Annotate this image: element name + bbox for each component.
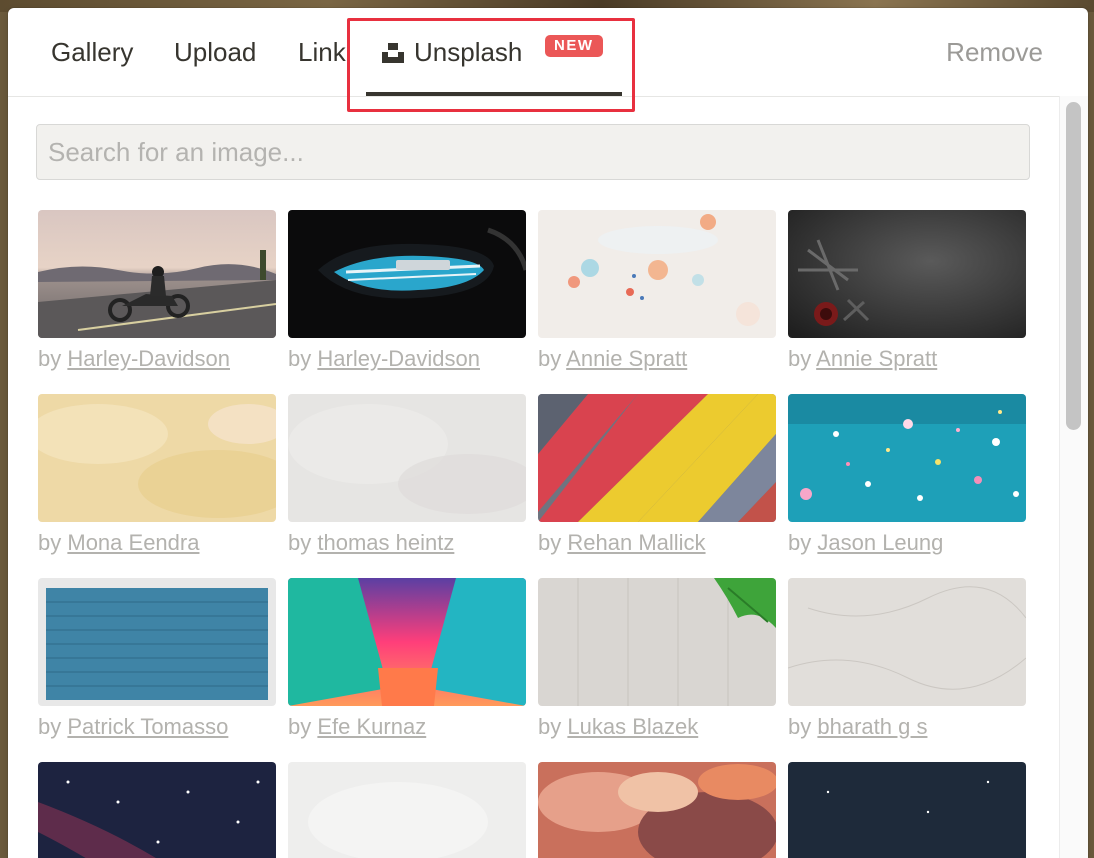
image-thumbnail[interactable]: [288, 578, 526, 706]
image-card[interactable]: by Harley-Davidson: [288, 210, 526, 372]
image-credit: by Mona Eendra: [38, 530, 200, 555]
image-card[interactable]: [38, 762, 276, 858]
search-input[interactable]: [36, 124, 1030, 180]
image-picker-panel: Gallery Upload Link Unsplash NEW Remove: [8, 8, 1088, 858]
image-card[interactable]: by thomas heintz: [288, 394, 526, 556]
image-card[interactable]: by Mona Eendra: [38, 394, 276, 556]
image-credit: by Harley-Davidson: [288, 346, 480, 371]
author-link[interactable]: Annie Spratt: [816, 346, 937, 371]
image-card[interactable]: by Jason Leung: [788, 394, 1026, 556]
author-link[interactable]: Efe Kurnaz: [317, 714, 426, 739]
author-link[interactable]: Harley-Davidson: [67, 346, 230, 371]
image-credit: by bharath g s: [788, 714, 928, 739]
image-thumbnail[interactable]: [538, 762, 776, 858]
image-credit: by Annie Spratt: [788, 346, 938, 371]
image-thumbnail[interactable]: [538, 210, 776, 338]
image-credit: by Efe Kurnaz: [288, 714, 427, 739]
image-card[interactable]: by Lukas Blazek: [538, 578, 776, 740]
image-thumbnail[interactable]: [788, 210, 1026, 338]
image-thumbnail[interactable]: [288, 394, 526, 522]
image-credit: by Jason Leung: [788, 530, 944, 555]
author-link[interactable]: Annie Spratt: [566, 346, 687, 371]
image-thumbnail[interactable]: [788, 394, 1026, 522]
image-thumbnail[interactable]: [288, 210, 526, 338]
tab-link[interactable]: Link: [298, 36, 346, 68]
author-link[interactable]: Mona Eendra: [67, 530, 199, 555]
image-card[interactable]: by Efe Kurnaz: [288, 578, 526, 740]
image-thumbnail[interactable]: [538, 394, 776, 522]
image-card[interactable]: by Annie Spratt: [538, 210, 776, 372]
image-thumbnail[interactable]: [38, 210, 276, 338]
image-card[interactable]: [788, 762, 1026, 858]
tab-gallery[interactable]: Gallery: [51, 36, 133, 68]
scrollbar-thumb[interactable]: [1066, 102, 1081, 430]
image-card[interactable]: [288, 762, 526, 858]
author-link[interactable]: Patrick Tomasso: [67, 714, 228, 739]
image-credit: by Lukas Blazek: [538, 714, 699, 739]
image-card[interactable]: by Patrick Tomasso: [38, 578, 276, 740]
image-thumbnail[interactable]: [38, 578, 276, 706]
image-thumbnail[interactable]: [288, 762, 526, 858]
annotation-highlight-box: [347, 18, 635, 112]
image-thumbnail[interactable]: [538, 578, 776, 706]
image-thumbnail[interactable]: [788, 578, 1026, 706]
image-credit: by Harley-Davidson: [38, 346, 230, 371]
image-card[interactable]: [538, 762, 776, 858]
image-card[interactable]: by Harley-Davidson: [38, 210, 276, 372]
author-link[interactable]: Rehan Mallick: [567, 530, 705, 555]
image-credit: by Patrick Tomasso: [38, 714, 229, 739]
author-link[interactable]: Harley-Davidson: [317, 346, 480, 371]
image-card[interactable]: by Rehan Mallick: [538, 394, 776, 556]
image-credit: by thomas heintz: [288, 530, 455, 555]
image-thumbnail[interactable]: [38, 762, 276, 858]
image-credit: by Annie Spratt: [538, 346, 688, 371]
image-thumbnail[interactable]: [788, 762, 1026, 858]
author-link[interactable]: Jason Leung: [817, 530, 943, 555]
tab-upload[interactable]: Upload: [174, 36, 256, 68]
image-thumbnail[interactable]: [38, 394, 276, 522]
author-link[interactable]: thomas heintz: [317, 530, 454, 555]
image-card[interactable]: by Annie Spratt: [788, 210, 1026, 372]
image-credit: by Rehan Mallick: [538, 530, 706, 555]
remove-button[interactable]: Remove: [946, 36, 1043, 68]
image-card[interactable]: by bharath g s: [788, 578, 1026, 740]
author-link[interactable]: Lukas Blazek: [567, 714, 698, 739]
author-link[interactable]: bharath g s: [817, 714, 927, 739]
